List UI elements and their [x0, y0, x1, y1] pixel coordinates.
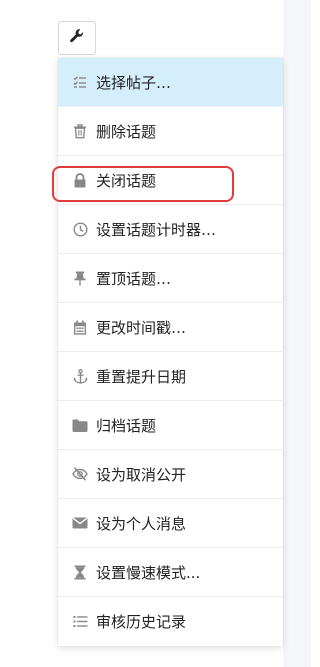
menu-item-label: 设置慢速模式... [96, 563, 201, 582]
menu-item-label: 设为取消公开 [96, 465, 187, 484]
thumbtack-icon [72, 270, 88, 286]
envelope-icon [72, 515, 88, 531]
menu-item-label: 归档话题 [96, 416, 157, 435]
menu-item-select-posts[interactable]: 选择帖子… [58, 58, 283, 107]
eye-slash-icon [72, 466, 88, 482]
hourglass-icon [72, 564, 88, 580]
menu-item-pin-topic[interactable]: 置顶话题… [58, 254, 283, 303]
page: 选择帖子… 删除话题 关闭话题 设置话题计时器… 置顶话题… 更改时间戳… 重置… [0, 0, 311, 667]
menu-item-delete-topic[interactable]: 删除话题 [58, 107, 283, 156]
menu-item-slow-mode[interactable]: 设置慢速模式... [58, 548, 283, 597]
menu-item-label: 审核历史记录 [96, 613, 187, 631]
menu-item-label: 置顶话题… [96, 269, 172, 288]
folder-icon [72, 417, 88, 433]
topic-admin-button[interactable] [58, 21, 96, 55]
menu-item-review-history[interactable]: 审核历史记录 [58, 597, 283, 646]
menu-item-label: 重置提升日期 [96, 367, 187, 386]
menu-item-label: 设为个人消息 [96, 514, 187, 533]
calendar-icon [72, 319, 88, 335]
menu-item-reset-bump-date[interactable]: 重置提升日期 [58, 352, 283, 401]
clock-icon [72, 221, 88, 237]
topic-admin-menu: 选择帖子… 删除话题 关闭话题 设置话题计时器… 置顶话题… 更改时间戳… 重置… [58, 58, 283, 646]
menu-item-label: 设置话题计时器… [96, 220, 217, 239]
trash-icon [72, 123, 88, 139]
anchor-icon [72, 368, 88, 384]
tasks-icon [72, 74, 88, 90]
close-topic-highlight-annotation [52, 166, 234, 202]
menu-item-make-unlisted[interactable]: 设为取消公开 [58, 450, 283, 499]
background-strip [283, 0, 311, 667]
menu-item-topic-timer[interactable]: 设置话题计时器… [58, 205, 283, 254]
list-icon [72, 614, 88, 630]
menu-item-label: 选择帖子… [96, 73, 172, 92]
wrench-icon [69, 28, 85, 48]
menu-item-label: 更改时间戳… [96, 318, 187, 337]
menu-item-change-timestamp[interactable]: 更改时间戳… [58, 303, 283, 352]
menu-item-label: 删除话题 [96, 122, 157, 141]
menu-item-archive-topic[interactable]: 归档话题 [58, 401, 283, 450]
menu-item-convert-to-pm[interactable]: 设为个人消息 [58, 499, 283, 548]
